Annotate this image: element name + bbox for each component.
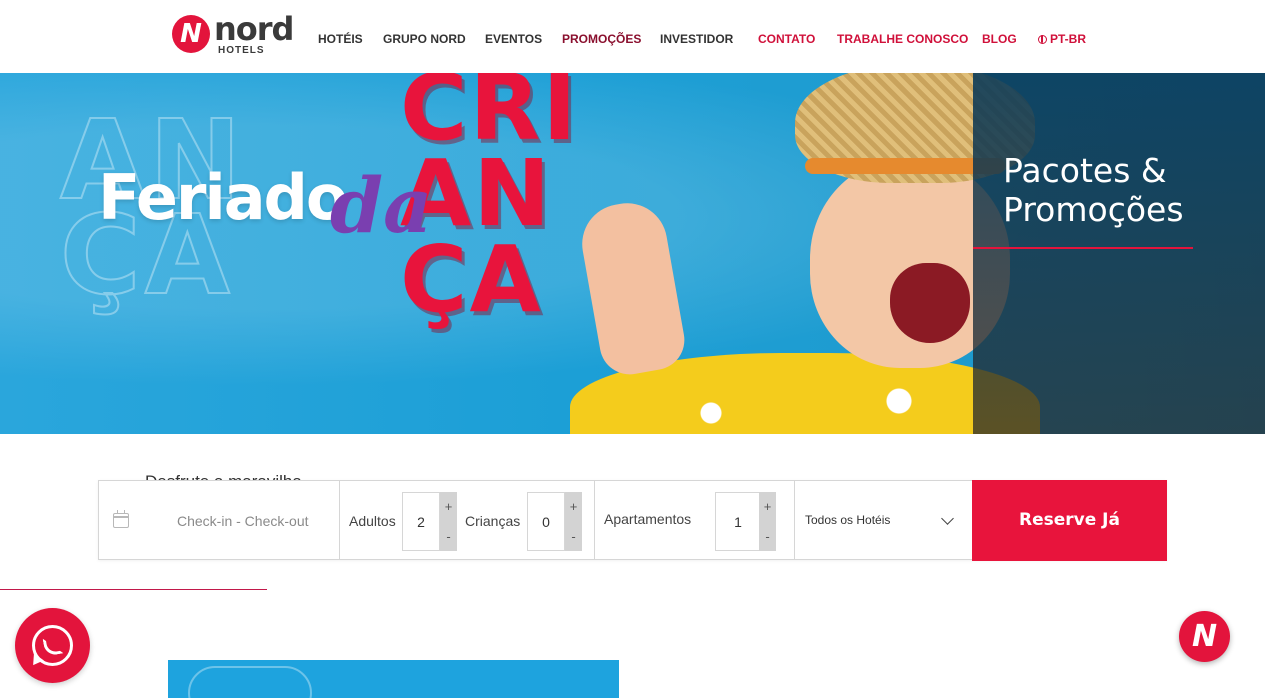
children-increment-button[interactable]: + xyxy=(565,492,582,521)
booking-bar: Check-in - Check-out Adultos 2 + - Crian… xyxy=(98,480,1167,561)
hotel-select[interactable]: Todos os Hotéis xyxy=(795,481,972,559)
adults-input[interactable]: 2 xyxy=(402,492,440,551)
nord-hotels-logo[interactable]: N nord HOTELS xyxy=(172,10,294,57)
hero-headline-da: da xyxy=(330,161,433,250)
hero-headline-feriado: Feriado xyxy=(98,161,349,234)
page-title: Pacotes & Promoções xyxy=(1003,151,1184,229)
logo-wordmark: nord xyxy=(214,10,294,48)
nav-language[interactable]: PT-BR xyxy=(1038,32,1086,46)
rooms-increment-button[interactable]: + xyxy=(759,492,776,521)
section-divider xyxy=(0,589,267,590)
logo-mark-icon: N xyxy=(172,15,210,53)
nav-hoteis[interactable]: HOTÉIS xyxy=(318,32,363,46)
children-input[interactable]: 0 xyxy=(527,492,565,551)
rooms-label: Apartamentos xyxy=(604,511,692,527)
child-hand xyxy=(575,196,690,380)
date-range-placeholder: Check-in - Check-out xyxy=(177,513,309,529)
rooms-group: Apartamentos 1 + - xyxy=(595,481,795,559)
whatsapp-button[interactable] xyxy=(15,608,90,683)
child-mouth xyxy=(890,263,970,343)
promo-card-image[interactable] xyxy=(168,660,619,698)
logo-subtitle: HOTELS xyxy=(218,45,265,56)
rooms-input[interactable]: 1 xyxy=(715,492,761,551)
children-decrement-button[interactable]: - xyxy=(565,522,582,551)
title-underline xyxy=(973,247,1193,249)
promotions-panel: Pacotes & Promoções xyxy=(973,73,1265,434)
hotel-select-value: Todos os Hotéis xyxy=(805,513,891,527)
children-label: Crianças xyxy=(465,513,521,529)
adults-increment-button[interactable]: + xyxy=(440,492,457,521)
reserve-button[interactable]: Reserve Já xyxy=(972,480,1167,561)
date-range-field[interactable]: Check-in - Check-out xyxy=(99,481,340,559)
adults-label: Adultos xyxy=(349,513,396,529)
adults-decrement-button[interactable]: - xyxy=(440,522,457,551)
site-header: N nord HOTELS HOTÉIS GRUPO NORD EVENTOS … xyxy=(0,0,1265,73)
nav-blog[interactable]: BLOG xyxy=(982,32,1017,46)
adults-stepper: + - xyxy=(440,492,457,551)
nav-contato[interactable]: CONTATO xyxy=(758,32,815,46)
nav-trabalhe-conosco[interactable]: TRABALHE CONOSCO xyxy=(837,32,968,46)
nav-eventos[interactable]: EVENTOS xyxy=(485,32,542,46)
hero-child-photo xyxy=(560,73,1040,434)
globe-icon xyxy=(1038,35,1047,44)
chevron-down-icon xyxy=(941,512,954,525)
children-stepper: + - xyxy=(565,492,582,551)
hero-banner: AN ÇA CRI AN ÇA Feriado da Pacotes & Prom… xyxy=(0,73,1265,434)
chat-widget-button[interactable]: N xyxy=(1179,611,1230,662)
rooms-decrement-button[interactable]: - xyxy=(759,522,776,551)
nav-promocoes[interactable]: PROMOÇÕES xyxy=(562,32,641,46)
nav-grupo-nord[interactable]: GRUPO NORD xyxy=(383,32,466,46)
calendar-icon xyxy=(112,510,129,528)
rooms-stepper: + - xyxy=(759,492,776,551)
nav-investidor[interactable]: INVESTIDOR xyxy=(660,32,733,46)
guests-group: Adultos 2 + - Crianças 0 + - xyxy=(340,481,595,559)
